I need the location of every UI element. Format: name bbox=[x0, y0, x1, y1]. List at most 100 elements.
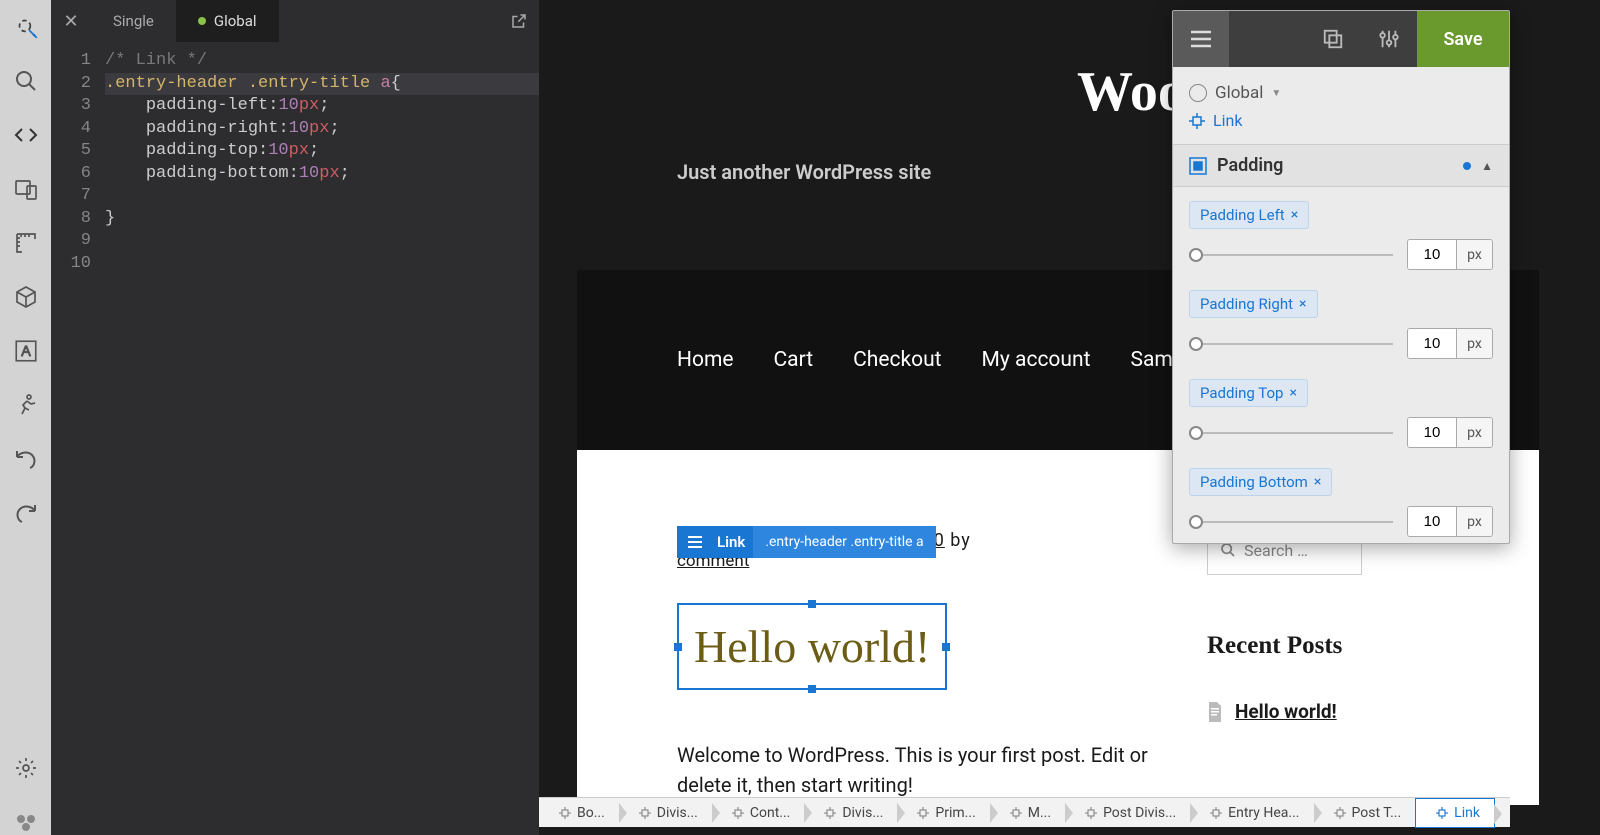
line-gutter: 12345678910 bbox=[51, 42, 105, 835]
menu-icon[interactable] bbox=[1173, 11, 1229, 67]
selection-css-selector: .entry-header .entry-title a bbox=[753, 526, 935, 558]
code-content: /* Link */.entry-header .entry-title a{ … bbox=[105, 42, 539, 835]
padding-icon bbox=[1189, 157, 1207, 175]
section-header-padding[interactable]: Padding ▲ bbox=[1173, 145, 1509, 187]
crosshair-icon bbox=[1010, 807, 1022, 819]
value-slider[interactable] bbox=[1189, 521, 1393, 523]
value-slider[interactable] bbox=[1189, 254, 1393, 256]
property-block: Padding Top × px bbox=[1173, 365, 1509, 454]
property-tag[interactable]: Padding Right × bbox=[1189, 290, 1318, 318]
breadcrumb-item[interactable]: Link bbox=[1415, 798, 1495, 828]
breadcrumb-item[interactable]: M... bbox=[990, 798, 1065, 828]
remove-icon[interactable]: × bbox=[1291, 207, 1298, 223]
nav-link[interactable]: Checkout bbox=[853, 348, 941, 372]
inspector-toolbar: Save bbox=[1173, 11, 1509, 67]
unit-select[interactable]: px bbox=[1456, 240, 1492, 269]
post-body: Welcome to WordPress. This is your first… bbox=[677, 740, 1167, 800]
sliders-icon[interactable] bbox=[1361, 11, 1417, 67]
save-button[interactable]: Save bbox=[1417, 11, 1509, 67]
recent-posts-title: Recent Posts bbox=[1207, 632, 1342, 660]
code-editor[interactable]: 12345678910 /* Link */.entry-header .ent… bbox=[51, 42, 539, 835]
modified-dot-icon bbox=[1463, 162, 1471, 170]
tab-label: Single bbox=[113, 12, 154, 30]
site-tagline: Just another WordPress site bbox=[677, 160, 931, 184]
value-slider[interactable] bbox=[1189, 432, 1393, 434]
breadcrumb-item[interactable]: Cont... bbox=[712, 798, 804, 828]
chevron-up-icon[interactable]: ▲ bbox=[1481, 159, 1493, 173]
selected-element-box[interactable]: Hello world! bbox=[677, 603, 947, 690]
nav-link[interactable]: Cart bbox=[774, 348, 814, 372]
crosshair-icon bbox=[1436, 807, 1448, 819]
selection-menu-icon[interactable] bbox=[677, 535, 713, 549]
devices-icon[interactable] bbox=[13, 176, 39, 202]
crosshair-icon bbox=[732, 807, 744, 819]
copy-icon[interactable] bbox=[1305, 11, 1361, 67]
value-slider[interactable] bbox=[1189, 343, 1393, 345]
property-block: Padding Left × px bbox=[1173, 187, 1509, 276]
unit-select[interactable]: px bbox=[1456, 507, 1492, 536]
remove-icon[interactable]: × bbox=[1289, 385, 1296, 401]
element-indicator[interactable]: Link bbox=[1189, 107, 1493, 134]
modified-dot-icon bbox=[198, 17, 206, 25]
font-icon[interactable] bbox=[13, 338, 39, 364]
post-title-link[interactable]: Hello world! bbox=[684, 610, 940, 683]
document-icon bbox=[1207, 702, 1223, 722]
inspector-properties: Padding Left ×pxPadding Right ×pxPadding… bbox=[1173, 187, 1509, 543]
remove-icon[interactable]: × bbox=[1299, 296, 1306, 312]
crosshair-icon bbox=[1210, 807, 1222, 819]
property-tag[interactable]: Padding Left × bbox=[1189, 201, 1309, 229]
breadcrumb-item[interactable]: Post T... bbox=[1314, 798, 1416, 828]
crosshair-icon bbox=[824, 807, 836, 819]
close-icon[interactable]: ✕ bbox=[51, 0, 91, 42]
breadcrumb-item[interactable]: Post Divis... bbox=[1065, 798, 1190, 828]
recent-post-link[interactable]: Hello world! bbox=[1235, 700, 1337, 723]
breadcrumb-item[interactable]: Entry Hea... bbox=[1190, 798, 1313, 828]
crosshair-icon bbox=[559, 807, 571, 819]
code-icon[interactable] bbox=[13, 122, 39, 148]
target-icon[interactable] bbox=[13, 14, 39, 40]
crosshair-icon bbox=[639, 807, 651, 819]
running-icon[interactable] bbox=[13, 392, 39, 418]
redo-icon[interactable] bbox=[13, 500, 39, 526]
scope-selector[interactable]: Global ▼ bbox=[1189, 79, 1493, 107]
remove-icon[interactable]: × bbox=[1314, 474, 1321, 490]
tab-label: Global bbox=[214, 12, 257, 30]
unit-select[interactable]: px bbox=[1456, 418, 1492, 447]
code-tab-bar: ✕ Single Global bbox=[51, 0, 539, 42]
left-tool-rail bbox=[0, 0, 51, 835]
selection-element-name: Link bbox=[713, 533, 753, 551]
value-input[interactable] bbox=[1408, 418, 1456, 447]
search-icon[interactable] bbox=[13, 68, 39, 94]
ruler-icon[interactable] bbox=[13, 230, 39, 256]
nav-link[interactable]: My account bbox=[982, 348, 1091, 372]
modules-icon[interactable] bbox=[13, 809, 39, 835]
value-input[interactable] bbox=[1408, 240, 1456, 269]
crosshair-icon bbox=[1334, 807, 1346, 819]
inspector-panel: Save Global ▼ Link Padding ▲ Padding Lef… bbox=[1172, 10, 1510, 544]
recent-posts-item: Hello world! bbox=[1207, 700, 1337, 723]
property-tag[interactable]: Padding Top × bbox=[1189, 379, 1308, 407]
selection-label[interactable]: Link .entry-header .entry-title a bbox=[677, 526, 936, 558]
value-input[interactable] bbox=[1408, 329, 1456, 358]
tab-global[interactable]: Global bbox=[176, 0, 279, 42]
property-block: Padding Bottom × px bbox=[1173, 454, 1509, 543]
value-input[interactable] bbox=[1408, 507, 1456, 536]
globe-icon bbox=[1189, 84, 1207, 102]
gear-icon[interactable] bbox=[13, 755, 39, 781]
breadcrumb-item[interactable]: Prim... bbox=[897, 798, 989, 828]
popout-icon[interactable] bbox=[499, 12, 539, 30]
crosshair-icon bbox=[917, 807, 929, 819]
inspector-context: Global ▼ Link bbox=[1173, 67, 1509, 145]
nav-link[interactable]: Home bbox=[677, 348, 734, 372]
undo-icon[interactable] bbox=[13, 446, 39, 472]
breadcrumb-item[interactable]: Divis... bbox=[619, 798, 712, 828]
crosshair-icon bbox=[1189, 113, 1205, 129]
unit-select[interactable]: px bbox=[1456, 329, 1492, 358]
breadcrumb-item[interactable]: Divis... bbox=[804, 798, 897, 828]
cube-icon[interactable] bbox=[13, 284, 39, 310]
property-tag[interactable]: Padding Bottom × bbox=[1189, 468, 1332, 496]
tab-single[interactable]: Single bbox=[91, 0, 176, 42]
breadcrumb-bar: Bo...Divis...Cont...Divis...Prim...M...P… bbox=[539, 797, 1510, 827]
breadcrumb-item[interactable]: Bo... bbox=[539, 798, 619, 828]
property-block: Padding Right × px bbox=[1173, 276, 1509, 365]
